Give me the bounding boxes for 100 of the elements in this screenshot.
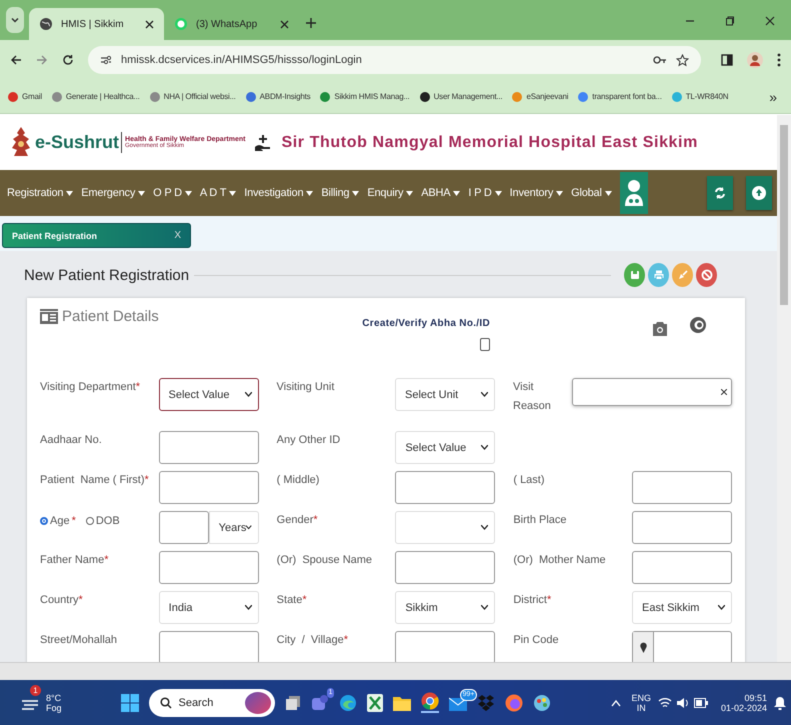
chrome-icon[interactable] <box>421 692 440 713</box>
mail-icon[interactable] <box>449 694 468 710</box>
bookmark[interactable]: User Management... <box>420 92 502 102</box>
menu-item[interactable]: Inventory <box>510 187 564 199</box>
caret-icon <box>246 525 252 530</box>
clear-icon[interactable] <box>721 389 727 395</box>
bookmark[interactable]: Sikkim HMIS Manag... <box>320 92 410 102</box>
field-label: Visiting Department* <box>40 380 142 395</box>
abha-checkbox[interactable] <box>480 338 490 351</box>
doctor-button[interactable] <box>620 172 648 214</box>
bookmark[interactable]: TL-WR840N <box>672 92 728 102</box>
address-bar[interactable]: hmissk.dcservices.in/AHIMSG5/hissso/loginLogin <box>88 46 701 74</box>
bookmark[interactable]: NHA | Official websi... <box>150 92 236 102</box>
caret-icon <box>244 392 252 397</box>
side-panel-icon[interactable] <box>721 54 733 66</box>
menu-item[interactable]: ABHA <box>421 187 460 199</box>
brand-name: e-Sushrut <box>35 132 122 153</box>
bookmark[interactable]: eSanjeevani <box>512 92 568 102</box>
camera-icon[interactable] <box>653 320 667 336</box>
save-button[interactable] <box>624 263 645 287</box>
bell-icon[interactable] <box>774 696 786 710</box>
chat-icon <box>174 17 188 31</box>
cancel-button[interactable] <box>696 263 717 287</box>
menu-item[interactable]: Emergency <box>81 187 146 199</box>
firefox-icon[interactable] <box>505 694 524 712</box>
notification-badge: 1 <box>30 684 41 696</box>
text-input[interactable] <box>632 511 732 544</box>
menu-item[interactable]: I P D <box>468 187 502 199</box>
radio-button[interactable] <box>40 516 48 524</box>
search-field[interactable]: Search <box>149 688 276 716</box>
dropdown[interactable]: Sikkim <box>395 591 496 624</box>
restore-icon[interactable] <box>725 16 735 26</box>
dropdown[interactable]: India <box>158 591 259 624</box>
dropdown[interactable]: Select Unit <box>395 378 495 411</box>
dropdown[interactable]: Select Value <box>395 431 496 464</box>
avatar-icon[interactable] <box>747 52 763 68</box>
close-icon[interactable] <box>145 20 154 28</box>
eye-icon[interactable] <box>689 316 707 334</box>
radio-button[interactable] <box>86 516 94 524</box>
browser-tab[interactable]: HMIS | Sikkim <box>29 8 164 40</box>
spreadsheet-app-icon[interactable] <box>367 694 384 712</box>
text-input[interactable] <box>158 431 259 464</box>
forward-icon[interactable] <box>36 54 48 66</box>
refresh-button[interactable] <box>707 176 733 210</box>
star-icon[interactable] <box>676 54 689 66</box>
text-input[interactable] <box>395 551 496 584</box>
form-title: New Patient Registration <box>24 266 190 284</box>
site-settings-icon[interactable] <box>100 55 112 65</box>
start-button[interactable] <box>121 694 140 712</box>
wifi-icon[interactable] <box>658 696 672 708</box>
bookmark[interactable]: Generate | Healthca... <box>52 92 140 102</box>
upload-icon <box>752 186 766 200</box>
menu-item[interactable]: Enquiry <box>367 187 414 199</box>
text-input[interactable] <box>395 471 496 504</box>
vertical-scrollbar[interactable] <box>777 115 791 662</box>
tab-search-button[interactable] <box>6 7 24 33</box>
menu-item[interactable]: O P D <box>153 187 192 199</box>
text-input[interactable] <box>158 471 259 504</box>
tab-close-button[interactable]: X <box>174 230 181 241</box>
menu-icon[interactable] <box>777 53 781 67</box>
dropdown[interactable]: East Sikkim <box>632 591 732 624</box>
upload-button[interactable] <box>746 176 772 210</box>
menu-item[interactable]: Billing <box>321 187 360 199</box>
browser-tab[interactable]: (3) WhatsApp <box>164 8 299 40</box>
text-input[interactable] <box>632 551 732 584</box>
reload-icon[interactable] <box>62 54 74 66</box>
radio-option[interactable]: DOB <box>86 514 120 527</box>
age-input[interactable] <box>158 511 209 544</box>
page-tab[interactable]: Patient Registration X <box>2 223 191 248</box>
close-icon[interactable] <box>765 16 775 26</box>
menu-item[interactable]: Registration <box>7 187 74 199</box>
browser-icon[interactable] <box>339 694 358 712</box>
bookmark[interactable]: ABDM-Insights <box>246 92 310 102</box>
save-icon <box>630 270 640 280</box>
menu-item[interactable]: Investigation <box>244 187 314 199</box>
folder-icon[interactable] <box>393 694 412 710</box>
menu-item[interactable]: A D T <box>200 187 236 199</box>
new-tab-icon[interactable] <box>305 17 317 29</box>
video-app-icon[interactable] <box>311 694 330 712</box>
language-indicator[interactable]: ENG IN <box>631 692 651 712</box>
task-view-icon[interactable] <box>285 694 302 710</box>
id-card-icon <box>40 309 58 324</box>
more-bookmarks-button[interactable]: » <box>769 88 777 104</box>
paint-app-icon[interactable] <box>533 694 552 712</box>
horizontal-scrollbar[interactable] <box>0 662 791 680</box>
bookmark[interactable]: Gmail <box>8 92 42 102</box>
menu-item[interactable]: Global <box>571 187 612 199</box>
radio-option[interactable]: Age * <box>40 514 76 527</box>
unit-select[interactable]: Years <box>208 511 259 544</box>
speaker-icon[interactable] <box>676 696 690 708</box>
dropdown[interactable]: Select Value <box>158 378 258 411</box>
close-icon[interactable] <box>280 20 289 28</box>
bookmark[interactable]: transparent font ba... <box>578 92 662 102</box>
chevron-up-icon[interactable] <box>611 698 622 706</box>
text-input[interactable] <box>632 471 732 504</box>
battery-icon[interactable] <box>694 698 708 708</box>
back-icon[interactable] <box>10 54 22 66</box>
clock[interactable]: 09:51 01-02-2024 <box>720 692 768 712</box>
text-input[interactable] <box>158 551 259 584</box>
key-icon[interactable] <box>653 55 667 65</box>
